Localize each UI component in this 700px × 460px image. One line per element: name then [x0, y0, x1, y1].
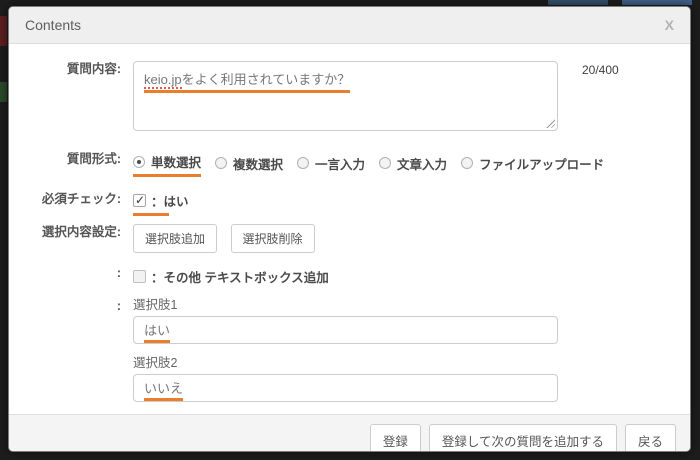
back-button[interactable]: 戻る	[625, 424, 676, 453]
radio-option-short-input[interactable]: 一言入力	[297, 154, 365, 176]
add-choice-button[interactable]: 選択肢追加	[133, 224, 217, 253]
question-content-textarea[interactable]: keio.jpをよく利用されていますか？	[133, 61, 558, 131]
choice-1-value: はい	[144, 320, 170, 343]
radio-icon	[215, 157, 227, 169]
choice-1-input[interactable]: はい	[133, 316, 558, 344]
radio-option-text-input[interactable]: 文章入力	[379, 154, 447, 176]
choice-settings-row: 選択内容設定: 選択肢追加 選択肢削除	[9, 224, 672, 253]
radio-checked-icon	[133, 156, 145, 168]
question-text: keio.jpをよく利用されていますか？	[144, 69, 350, 93]
choice-2-value: いいえ	[144, 378, 183, 401]
radio-icon	[461, 157, 473, 169]
question-format-label: 質問形式:	[9, 151, 133, 168]
background-page-fragment	[0, 16, 7, 46]
dialog-footer: 登録 登録して次の質問を追加する 戻る	[9, 414, 690, 452]
resize-handle-icon[interactable]	[545, 118, 555, 128]
choice-settings-label: 選択内容設定:	[9, 224, 133, 241]
annotation-underline	[133, 213, 169, 216]
choices-row: : 選択肢1 はい 選択肢2 いいえ	[9, 298, 672, 414]
question-text-rest: をよく利用されていますか？	[182, 72, 351, 87]
question-content-label: 質問内容:	[9, 61, 133, 78]
contents-dialog: Contents X 質問内容: keio.jpをよく利用されていますか？ 20…	[8, 6, 691, 452]
register-and-next-button[interactable]: 登録して次の質問を追加する	[429, 424, 617, 453]
radio-icon	[379, 157, 391, 169]
register-button[interactable]: 登録	[370, 424, 421, 453]
dialog-body: 質問内容: keio.jpをよく利用されていますか？ 20/400 質問形式: …	[9, 44, 690, 414]
close-icon[interactable]: X	[665, 18, 674, 32]
dialog-header: Contents X	[9, 7, 690, 44]
radio-option-multi-select[interactable]: 複数選択	[215, 154, 283, 176]
radio-option-single-select[interactable]: 単数選択	[133, 152, 201, 177]
checkbox-unchecked-icon	[133, 270, 146, 283]
choice-2-block: 選択肢2 いいえ	[133, 356, 672, 402]
background-page-button	[548, 0, 608, 5]
background-page-button	[622, 0, 692, 5]
question-text-url: keio.jp	[144, 72, 182, 89]
other-option-row: : ：その他 テキストボックス追加	[9, 265, 672, 286]
checkbox-checked-icon	[133, 194, 146, 207]
dialog-title: Contents	[25, 17, 81, 33]
required-check-label: 必須チェック:	[9, 191, 133, 208]
choice-2-label: 選択肢2	[133, 356, 672, 370]
remove-choice-button[interactable]: 選択肢削除	[231, 224, 315, 253]
choice-1-block: 選択肢1 はい	[133, 298, 672, 344]
radio-icon	[297, 157, 309, 169]
choices-colon: :	[9, 298, 133, 315]
other-textbox-checkbox[interactable]: ：その他 テキストボックス追加	[133, 267, 329, 286]
choice-1-label: 選択肢1	[133, 298, 672, 312]
other-option-colon: :	[9, 265, 133, 282]
choice-2-input[interactable]: いいえ	[133, 374, 558, 402]
char-counter: 20/400	[582, 61, 619, 77]
radio-option-file-upload[interactable]: ファイルアップロード	[461, 154, 604, 176]
required-checkbox[interactable]: ：はい	[133, 191, 189, 210]
question-format-row: 質問形式: 単数選択 複数選択 一言入力 文章入力	[9, 151, 672, 177]
required-check-row: 必須チェック: ：はい	[9, 191, 672, 216]
question-content-row: 質問内容: keio.jpをよく利用されていますか？ 20/400	[9, 61, 672, 131]
background-page-fragment	[0, 82, 7, 102]
